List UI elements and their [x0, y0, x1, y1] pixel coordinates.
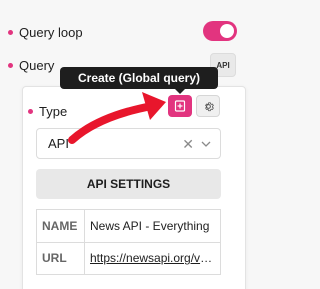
- query-loop-label: Query loop: [19, 24, 83, 40]
- create-tooltip: Create (Global query): [60, 67, 218, 89]
- status-dot: [28, 108, 33, 114]
- table-row: URL https://newsapi.org/v2/everything: [36, 241, 221, 275]
- query-loop-toggle[interactable]: [203, 21, 237, 41]
- api-info-table: NAME News API - Everything URL https://n…: [36, 209, 221, 275]
- name-key: NAME: [36, 209, 85, 243]
- top-strip: [0, 0, 248, 10]
- gear-icon: [204, 101, 214, 111]
- table-row: NAME News API - Everything: [36, 209, 221, 243]
- toggle-knob: [220, 24, 234, 38]
- chevron-down-icon[interactable]: [200, 138, 212, 150]
- query-settings-button[interactable]: [196, 95, 220, 117]
- close-icon[interactable]: ✕: [182, 136, 194, 153]
- create-global-query-button[interactable]: [168, 95, 192, 117]
- url-key: URL: [36, 241, 85, 275]
- status-dot: [8, 62, 13, 68]
- query-loop-row: Query loop: [0, 21, 248, 43]
- type-select[interactable]: API ✕: [36, 128, 221, 159]
- type-select-value: API: [48, 136, 69, 151]
- tooltip-arrow: [175, 89, 185, 94]
- api-settings-button[interactable]: API SETTINGS: [36, 169, 221, 199]
- type-label: Type: [39, 103, 68, 119]
- add-file-icon: [174, 100, 186, 112]
- query-label: Query: [19, 57, 55, 73]
- status-dot: [8, 29, 13, 35]
- url-link[interactable]: https://newsapi.org/v2/everything: [84, 241, 221, 275]
- name-value: News API - Everything: [84, 209, 221, 243]
